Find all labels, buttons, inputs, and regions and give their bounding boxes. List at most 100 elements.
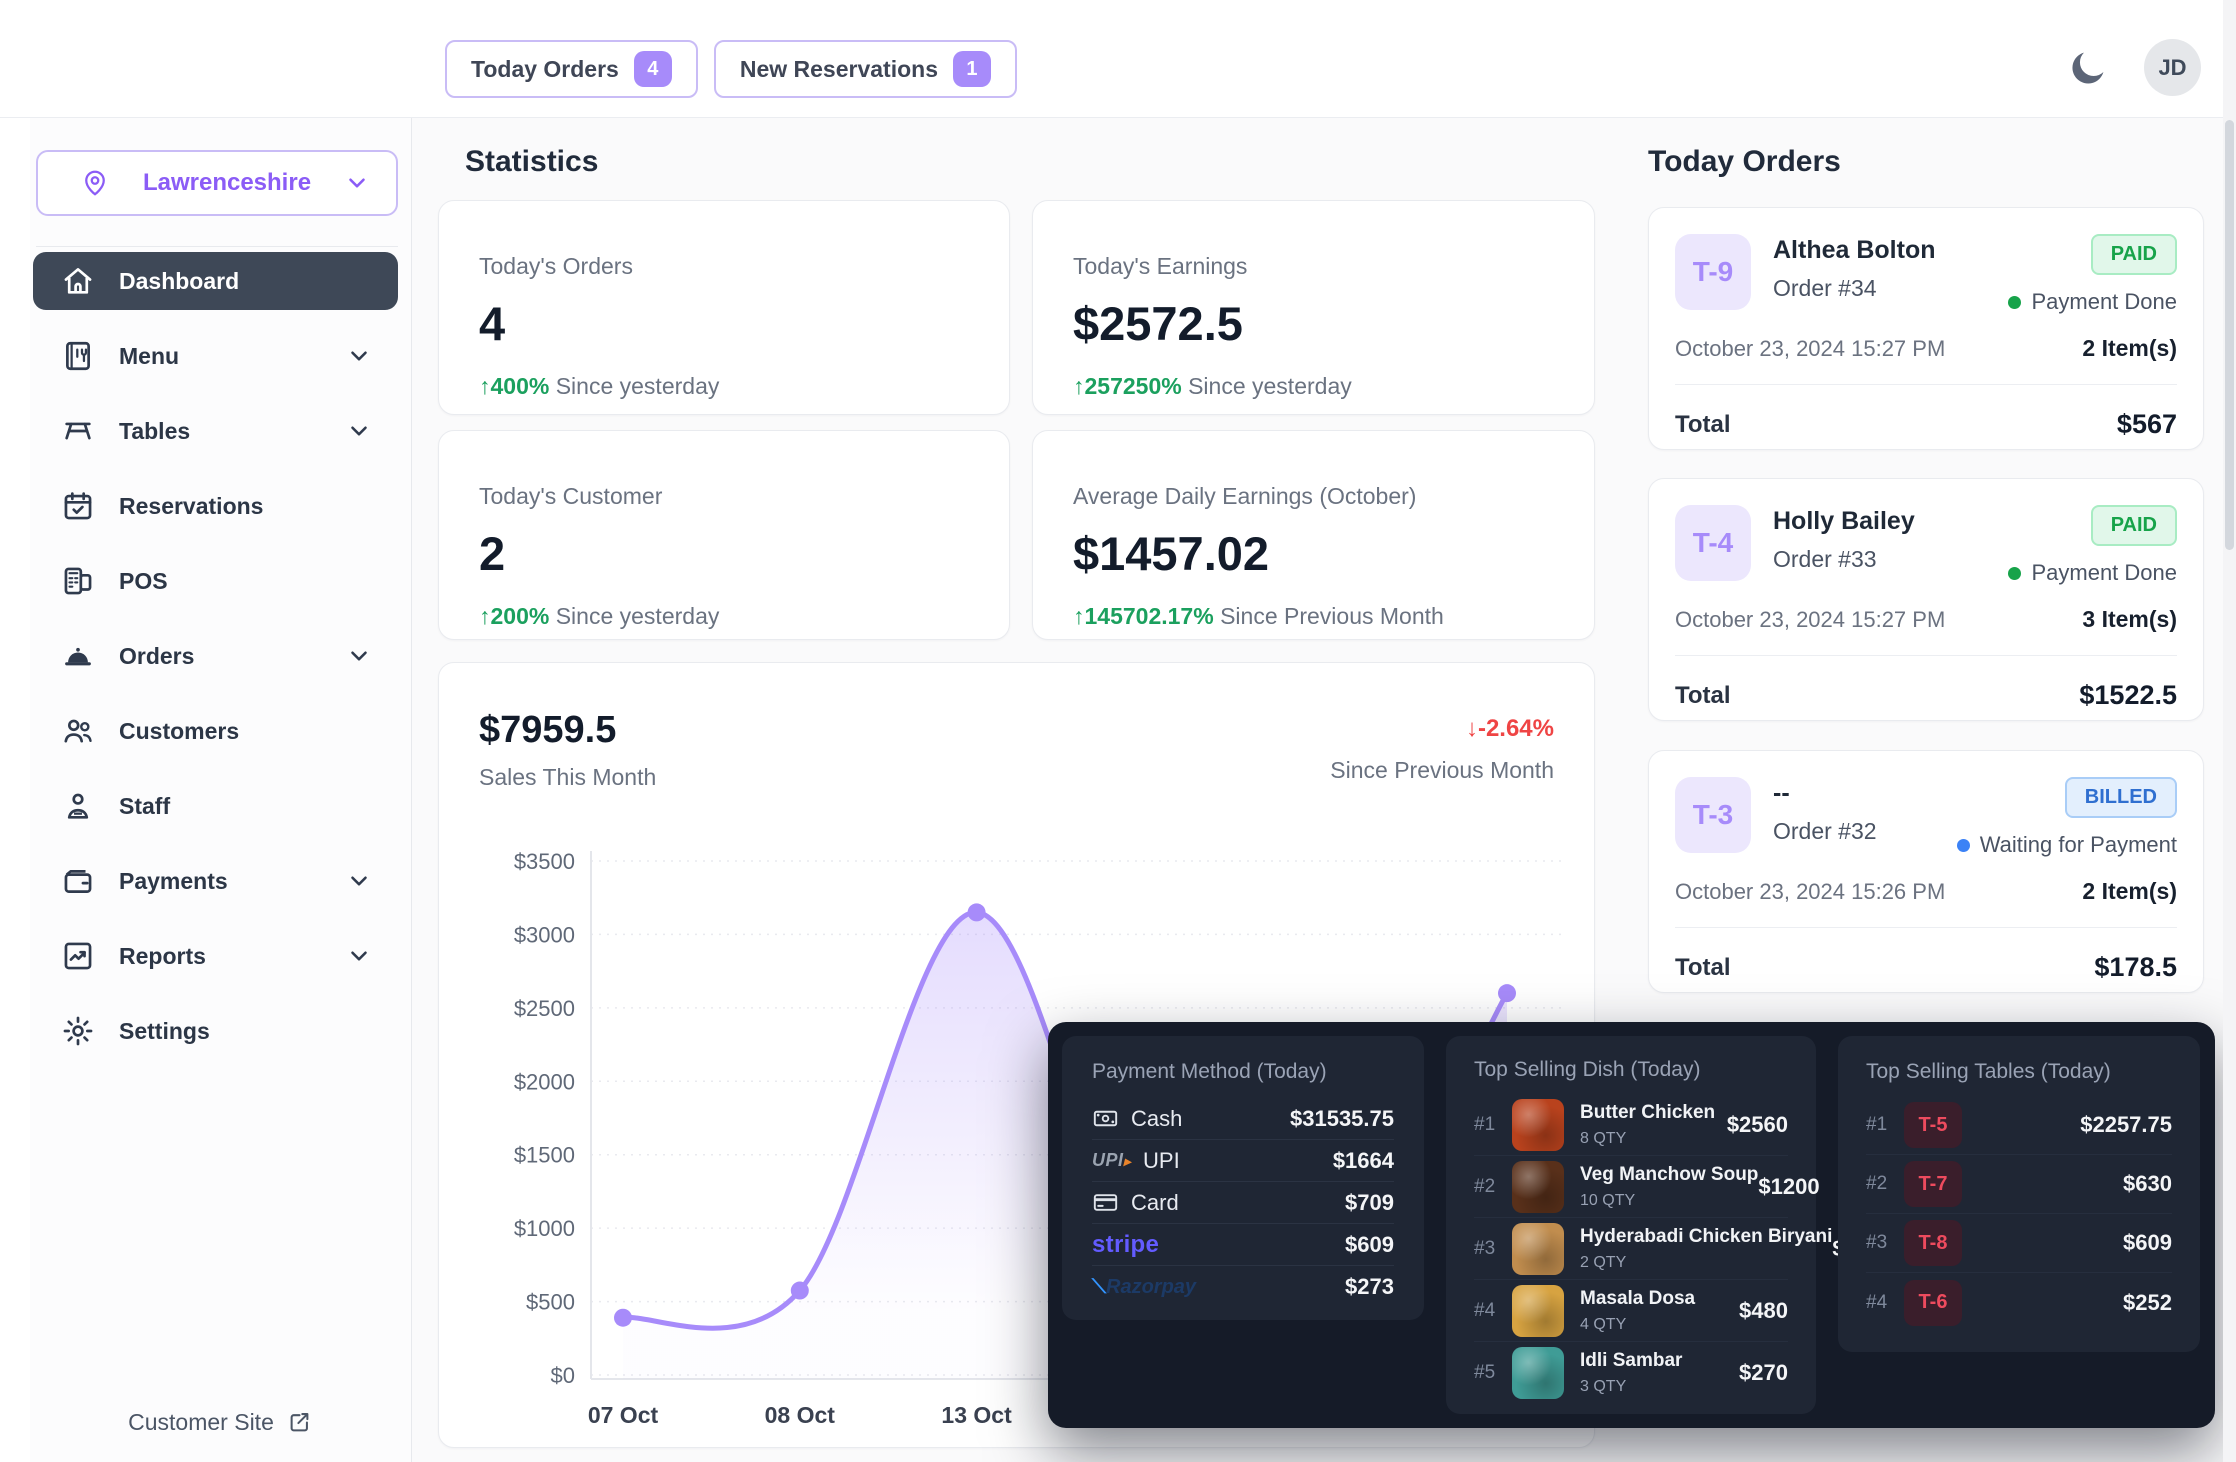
stripe-logo-icon: stripe [1092, 1231, 1159, 1259]
order-table-badge: T-3 [1675, 777, 1751, 853]
home-icon [61, 264, 95, 298]
table-badge: T-6 [1904, 1280, 1962, 1326]
stat-card-label: Average Daily Earnings (October) [1073, 483, 1554, 510]
top-bar: Today Orders 4 New Reservations 1 JD [0, 0, 2236, 118]
sales-delta: ↓-2.64% [1330, 715, 1554, 743]
location-name: Lawrenceshire [110, 169, 344, 197]
order-card[interactable]: T-9 Althea Bolton Order #34 PAID Payment… [1648, 207, 2204, 450]
sidebar-item-pos[interactable]: POS [33, 552, 398, 610]
dish-rank: #1 [1474, 1114, 1512, 1136]
order-item-count: 3 Item(s) [2082, 606, 2177, 633]
dish-photo [1512, 1099, 1564, 1151]
payment-method-name: Cash [1131, 1106, 1182, 1132]
cash-icon [1092, 1105, 1119, 1132]
dark-mode-toggle[interactable] [2066, 44, 2114, 92]
dish-price: $270 [1739, 1360, 1788, 1386]
topbar-quick-buttons: Today Orders 4 New Reservations 1 [445, 40, 1017, 98]
table-badge: T-7 [1904, 1161, 1962, 1207]
stat-card-value: 4 [479, 296, 969, 351]
top-dish-row: #4 Masala Dosa 4 QTY $480 [1474, 1280, 1788, 1342]
sidebar-item-label: Reports [119, 943, 206, 970]
new-reservations-button[interactable]: New Reservations 1 [714, 40, 1017, 98]
gear-icon [61, 1014, 95, 1048]
table-price: $630 [2123, 1171, 2172, 1197]
sidebar-item-customers[interactable]: Customers [33, 702, 398, 760]
payment-method-row: Cash $31535.75 [1092, 1098, 1394, 1140]
payment-method-value: $609 [1345, 1232, 1394, 1258]
today-orders-button[interactable]: Today Orders 4 [445, 40, 698, 98]
user-avatar[interactable]: JD [2144, 39, 2201, 96]
top-dish-row: #2 Veg Manchow Soup 10 QTY $1200 [1474, 1156, 1788, 1218]
dish-qty: 8 QTY [1580, 1130, 1715, 1148]
sidebar-nav: Dashboard Menu Tables Reservations POS O… [30, 252, 412, 1077]
dish-photo [1512, 1161, 1564, 1213]
stat-card-value: $1457.02 [1073, 526, 1554, 581]
table-badge: T-8 [1904, 1220, 1962, 1266]
page-scrollbar[interactable] [2223, 0, 2236, 1462]
sales-month-label: Sales This Month [479, 764, 656, 791]
order-card[interactable]: T-3 -- Order #32 BILLED Waiting for Paym… [1648, 750, 2204, 993]
top-dish-row: #3 Hyderabadi Chicken Biryani 2 QTY $600 [1474, 1218, 1788, 1280]
sidebar-item-tables[interactable]: Tables [33, 402, 398, 460]
svg-text:$2500: $2500 [514, 996, 575, 1021]
order-number: Order #33 [1773, 546, 1915, 573]
today-orders-count-badge: 4 [634, 51, 672, 87]
sales-month-value: $7959.5 [479, 709, 656, 752]
stat-card-label: Today's Earnings [1073, 253, 1554, 280]
payment-method-name: Card [1131, 1190, 1179, 1216]
table-price: $252 [2123, 1290, 2172, 1316]
svg-text:$3500: $3500 [514, 849, 575, 874]
sidebar-item-label: Payments [119, 868, 228, 895]
stat-card-delta: ↑400% Since yesterday [479, 373, 969, 400]
sidebar-item-label: Menu [119, 343, 179, 370]
sidebar-item-staff[interactable]: Staff [33, 777, 398, 835]
table-rank: #1 [1866, 1114, 1904, 1136]
dish-name: Veg Manchow Soup [1580, 1164, 1758, 1186]
order-customer-name: Holly Bailey [1773, 507, 1915, 536]
sidebar-item-orders[interactable]: Orders [33, 627, 398, 685]
sidebar: Lawrenceshire Dashboard Menu Tables Rese… [30, 118, 412, 1462]
today-orders-heading: Today Orders [1648, 145, 1841, 179]
scrollbar-thumb[interactable] [2225, 120, 2234, 550]
today-orders-button-label: Today Orders [471, 56, 619, 83]
dish-rank: #4 [1474, 1300, 1512, 1322]
menu-book-icon [61, 339, 95, 373]
table-icon [61, 414, 95, 448]
chevron-down-icon [346, 943, 372, 969]
sidebar-item-menu[interactable]: Menu [33, 327, 398, 385]
stat-card-delta: ↑257250% Since yesterday [1073, 373, 1554, 400]
table-badge: T-5 [1904, 1102, 1962, 1148]
chevron-down-icon [346, 343, 372, 369]
order-total-value: $178.5 [2094, 952, 2177, 983]
external-link-icon [286, 1409, 313, 1436]
dish-price: $1200 [1758, 1174, 1819, 1200]
dish-photo [1512, 1347, 1564, 1399]
cloche-icon [61, 639, 95, 673]
order-card[interactable]: T-4 Holly Bailey Order #33 PAID Payment … [1648, 478, 2204, 721]
sidebar-item-dashboard[interactable]: Dashboard [33, 252, 398, 310]
sidebar-item-reports[interactable]: Reports [33, 927, 398, 985]
table-rank: #3 [1866, 1232, 1904, 1254]
svg-text:$2000: $2000 [514, 1069, 575, 1094]
customer-site-link[interactable]: Customer Site [30, 1409, 411, 1436]
sidebar-item-reservations[interactable]: Reservations [33, 477, 398, 535]
location-selector[interactable]: Lawrenceshire [36, 150, 398, 216]
payment-method-value: $709 [1345, 1190, 1394, 1216]
sidebar-item-settings[interactable]: Settings [33, 1002, 398, 1060]
dish-qty: 3 QTY [1580, 1378, 1682, 1396]
new-reservations-count-badge: 1 [953, 51, 991, 87]
stat-card: Today's Orders 4 ↑400% Since yesterday [438, 200, 1010, 415]
order-payment-note: Payment Done [2008, 560, 2177, 586]
top-dish-row: #5 Idli Sambar 3 QTY $270 [1474, 1342, 1788, 1404]
upi-logo-icon: UPI▸ [1092, 1150, 1131, 1171]
table-price: $2257.75 [2080, 1112, 2172, 1138]
svg-text:08 Oct: 08 Oct [765, 1402, 836, 1428]
dish-rank: #3 [1474, 1238, 1512, 1260]
dish-name: Masala Dosa [1580, 1288, 1695, 1310]
dish-price: $480 [1739, 1298, 1788, 1324]
order-status-badge: PAID [2091, 505, 2177, 546]
moon-icon [2066, 46, 2110, 90]
sidebar-item-payments[interactable]: Payments [33, 852, 398, 910]
svg-text:$500: $500 [526, 1290, 575, 1315]
sidebar-item-label: Dashboard [119, 268, 239, 295]
